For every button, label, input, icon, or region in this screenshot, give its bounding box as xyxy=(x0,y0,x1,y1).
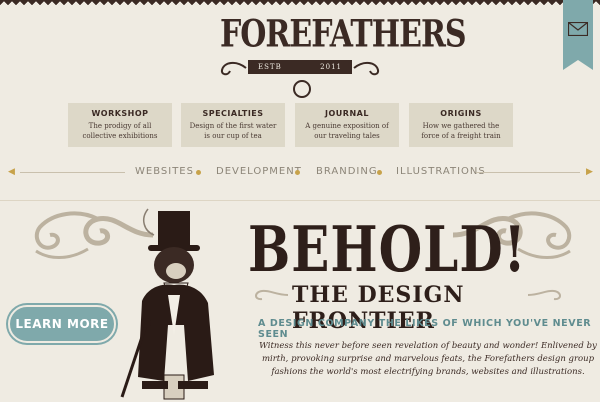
dot-separator xyxy=(196,170,201,175)
category-development[interactable]: DEVELOPMENT xyxy=(216,166,302,177)
main-nav: WORKSHOP The prodigy of all collective e… xyxy=(68,103,520,147)
nav-item-workshop[interactable]: WORKSHOP The prodigy of all collective e… xyxy=(68,103,172,147)
logo-swirl-right xyxy=(353,62,380,76)
logo-swirl-left xyxy=(220,62,247,76)
envelope-icon xyxy=(568,22,588,36)
logo-year: 2011 xyxy=(320,63,342,71)
subhead-swirl-left xyxy=(255,289,289,301)
category-branding[interactable]: BRANDING xyxy=(316,166,378,177)
nav-item-desc: The prodigy of all collective exhibition… xyxy=(82,122,158,140)
nav-item-desc: A genuine exposition of our traveling ta… xyxy=(305,122,389,140)
gentleman-monkey-illustration xyxy=(120,208,214,400)
dot-separator xyxy=(295,170,300,175)
nav-item-origins[interactable]: ORIGINS How we gathered the force of a f… xyxy=(409,103,513,147)
nav-item-desc: How we gathered the force of a freight t… xyxy=(421,122,501,140)
subhead-swirl-right xyxy=(527,289,561,301)
nav-item-desc: Design of the first water is our cup of … xyxy=(189,122,277,140)
logo-estb-label: ESTB xyxy=(258,63,282,71)
divider-line xyxy=(20,172,125,173)
contact-mail-tab[interactable] xyxy=(563,0,593,70)
logo-established-band: ESTB 2011 xyxy=(248,60,352,74)
category-illustrations[interactable]: ILLUSTRATIONS xyxy=(396,166,486,177)
category-nav: ◀ WEBSITES DEVELOPMENT BRANDING ILLUSTRA… xyxy=(0,162,600,182)
hero-tagline: A DESIGN COMPANY THE LIKES OF WHICH YOU'… xyxy=(258,318,592,340)
nav-item-title: WORKSHOP xyxy=(91,109,149,118)
category-websites[interactable]: WEBSITES xyxy=(135,166,194,177)
nav-item-title: JOURNAL xyxy=(325,109,369,118)
site-logo[interactable]: FOREFATHERS ESTB 2011 xyxy=(220,13,467,98)
section-divider xyxy=(0,200,600,201)
arrow-left-icon: ◀ xyxy=(8,167,15,177)
arrow-right-icon: ▶ xyxy=(586,167,593,177)
nav-item-title: SPECIALTIES xyxy=(202,109,264,118)
top-zigzag-border xyxy=(0,0,600,6)
nav-item-title: ORIGINS xyxy=(440,109,482,118)
nav-item-journal[interactable]: JOURNAL A genuine exposition of our trav… xyxy=(295,103,399,147)
hero-headline: BEHOLD! xyxy=(248,212,527,286)
eye-emblem-icon xyxy=(293,80,311,98)
hero-body-text: Witness this never before seen revelatio… xyxy=(259,341,597,377)
learn-more-button[interactable]: LEARN MORE xyxy=(8,305,116,343)
logo-wordmark: FOREFATHERS xyxy=(220,12,467,57)
nav-item-specialties[interactable]: SPECIALTIES Design of the first water is… xyxy=(181,103,285,147)
dot-separator xyxy=(377,170,382,175)
divider-line xyxy=(476,172,580,173)
